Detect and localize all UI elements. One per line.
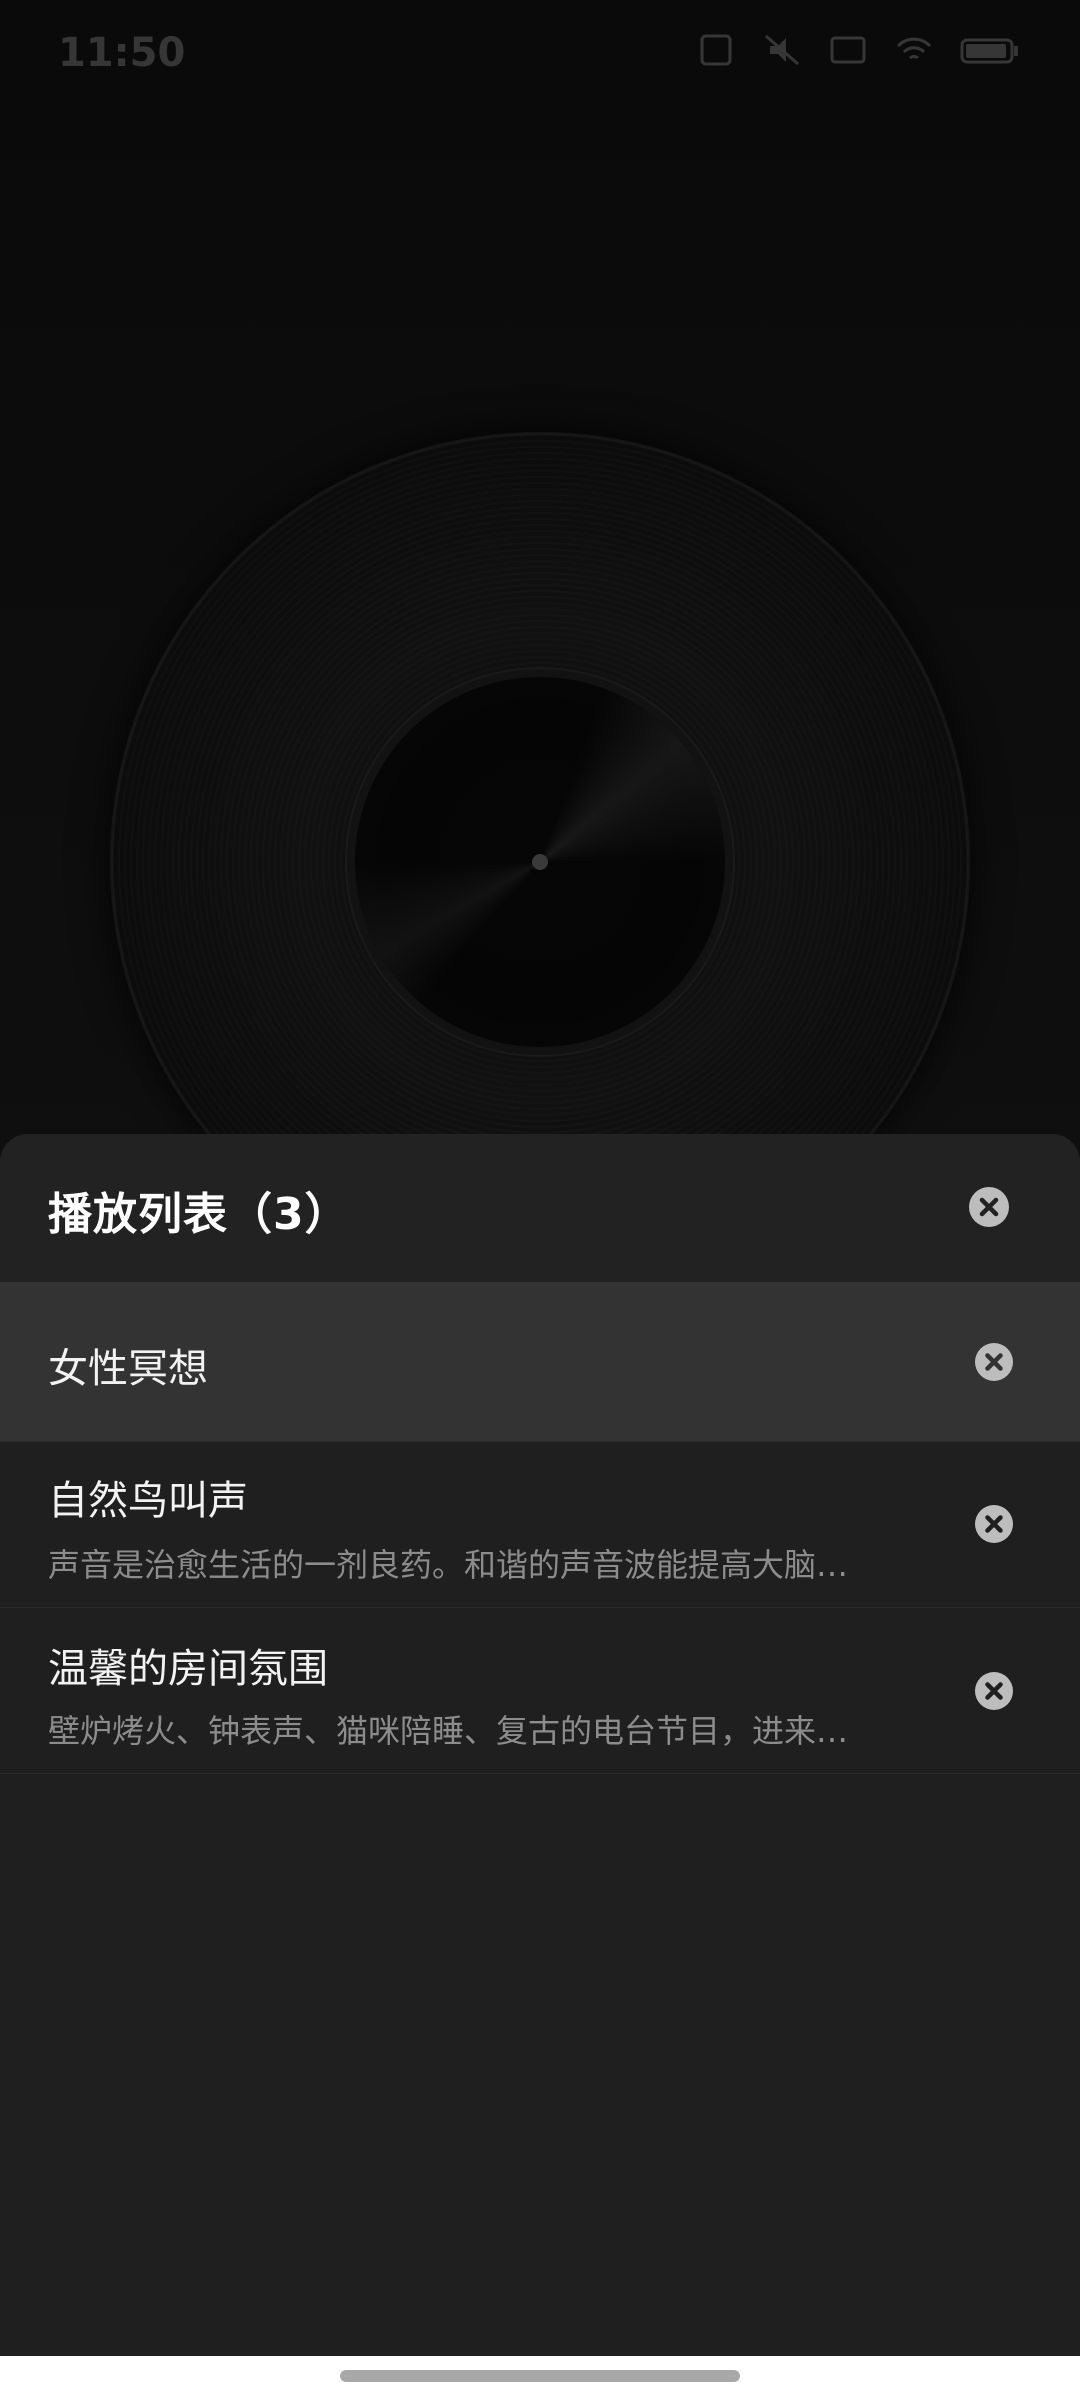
playlist-sheet: 播放列表（3） 女性冥想 自然鸟叫声 声音是治愈生活的一剂良药。和谐的声音波能提… (0, 1134, 1080, 2400)
home-indicator[interactable] (340, 2370, 740, 2382)
playlist-item-description: 声音是治愈生活的一剂良药。和谐的声音波能提高大脑… (48, 1546, 849, 1584)
playlist-header: 播放列表（3） (0, 1134, 1080, 1282)
mute-icon (765, 34, 799, 66)
vinyl-center (355, 677, 725, 1047)
wifi-icon (896, 37, 932, 60)
remove-item-icon[interactable] (974, 1671, 1014, 1711)
playlist-item-2[interactable]: 温馨的房间氛围 壁炉烤火、钟表声、猫咪陪睡、复古的电台节目，进来… (0, 1608, 1080, 1774)
close-playlist-button[interactable] (968, 1186, 1010, 1228)
playlist-title: 播放列表（3） (48, 1189, 350, 1240)
screenshot-icon (830, 36, 866, 64)
sim-icon (700, 34, 732, 66)
playlist-item-description: 壁炉烤火、钟表声、猫咪陪睡、复古的电台节目，进来… (48, 1712, 849, 1750)
status-bar: 11:50 (0, 0, 1080, 104)
playlist-item-title: 女性冥想 (48, 1346, 208, 1392)
remove-item-icon[interactable] (974, 1504, 1014, 1544)
playlist-item-0[interactable]: 女性冥想 (0, 1282, 1080, 1442)
remove-item-icon[interactable] (974, 1342, 1014, 1382)
playlist-item-1[interactable]: 自然鸟叫声 声音是治愈生活的一剂良药。和谐的声音波能提高大脑… (0, 1442, 1080, 1608)
playlist-item-title: 温馨的房间氛围 (48, 1646, 328, 1692)
status-icons (696, 32, 1020, 68)
playlist-item-title: 自然鸟叫声 (48, 1478, 248, 1524)
vinyl-spindle-hole (532, 854, 548, 870)
status-time: 11:50 (58, 30, 186, 76)
battery-icon (960, 38, 1018, 64)
